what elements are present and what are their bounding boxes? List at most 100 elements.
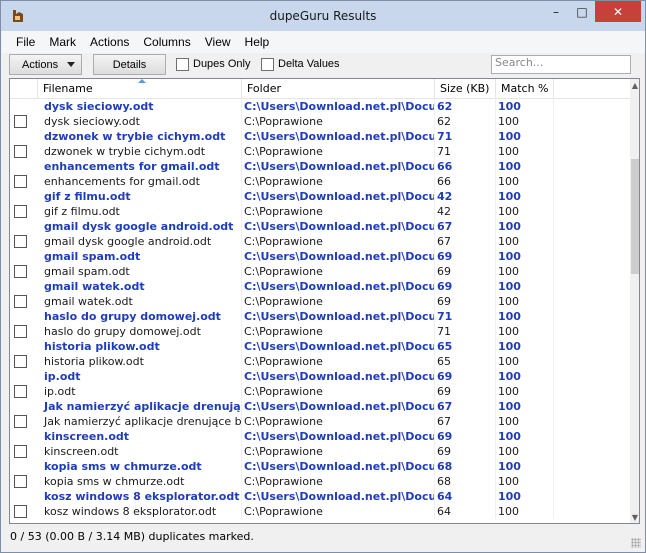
title-bar: dupeGuru Results – □ ✕ [1,1,645,31]
table-row-reference[interactable]: kopia sms w chmurze.odt C:\Users\Download… [10,459,630,474]
table-row-duplicate[interactable]: ip.odt C:\Poprawione 69 100 [10,384,630,399]
cell-filename: kopia sms w chmurze.odt [42,459,242,474]
row-mark-checkbox[interactable] [14,415,27,428]
row-mark-checkbox[interactable] [14,235,27,248]
header-match[interactable]: Match % [496,79,554,99]
cell-folder: C:\Poprawione [242,264,435,279]
table-row-reference[interactable]: dysk sieciowy.odt C:\Users\Download.net.p… [10,99,630,114]
menu-actions[interactable]: Actions [83,35,136,49]
cell-size: 42 [435,204,496,219]
row-mark-checkbox[interactable] [14,175,27,188]
row-mark-checkbox[interactable] [14,385,27,398]
table-row-duplicate[interactable]: kinscreen.odt C:\Poprawione 69 100 [10,444,630,459]
cell-filename: kosz windows 8 eksplorator.odt [42,504,242,519]
menu-view[interactable]: View [198,35,238,49]
cell-match: 100 [496,204,554,219]
table-row-reference[interactable]: enhancements for gmail.odt C:\Users\Downl… [10,159,630,174]
row-mark-checkbox[interactable] [14,355,27,368]
row-mark-checkbox[interactable] [14,205,27,218]
menu-mark[interactable]: Mark [42,35,83,49]
menu-help[interactable]: Help [238,35,277,49]
table-row-reference[interactable]: ip.odtC:\Users\Download.net.pl\Docum...6… [10,369,630,384]
chevron-down-icon [67,62,75,67]
header-folder[interactable]: Folder [242,79,435,99]
cell-size: 69 [435,264,496,279]
scroll-down-icon[interactable]: ▼ [630,511,639,523]
table-row-reference[interactable]: kinscreen.odt C:\Users\Download.net.pl\Do… [10,429,630,444]
cell-folder: C:\Poprawione [242,204,435,219]
cell-filename: enhancements for gmail.odt [42,159,242,174]
table-row-duplicate[interactable]: kopia sms w chmurze.odt C:\Poprawione 68 10… [10,474,630,489]
row-mark-checkbox[interactable] [14,145,27,158]
vertical-scrollbar[interactable]: ▲ ▼ [630,79,639,523]
resize-grip-icon[interactable] [631,538,641,548]
header-checkbox-column[interactable] [10,79,38,99]
table-row-duplicate[interactable]: haslo do grupy domowej.odt C:\Poprawione 7… [10,324,630,339]
dupes-only-checkbox[interactable] [176,58,189,71]
menu-file[interactable]: File [2,35,42,49]
menu-columns[interactable]: Columns [136,35,197,49]
table-row-reference[interactable]: kosz windows 8 eksplorator.odt C:\Users\D… [10,489,630,504]
row-mark-checkbox[interactable] [14,325,27,338]
cell-folder: C:\Poprawione [242,474,435,489]
cell-folder: C:\Users\Download.net.pl\Docum... [242,429,435,444]
table-row-duplicate[interactable]: historia plikow.odt C:\Poprawione 65 100 [10,354,630,369]
cell-size: 67 [435,414,496,429]
cell-size: 71 [435,129,496,144]
details-button[interactable]: Details [93,54,166,75]
table-row-duplicate[interactable]: gmail watek.odt C:\Poprawione 69 100 [10,294,630,309]
cell-folder: C:\Poprawione [242,294,435,309]
cell-folder: C:\Poprawione [242,144,435,159]
close-button[interactable]: ✕ [595,1,641,22]
cell-folder: C:\Poprawione [242,114,435,129]
table-row-duplicate[interactable]: Jak namierzyć aplikacje drenujące b... C:… [10,414,630,429]
minimize-button[interactable]: – [543,1,569,22]
maximize-button[interactable]: □ [569,1,595,22]
scroll-up-icon[interactable]: ▲ [630,79,639,91]
delta-values-label[interactable]: Delta Values [278,58,340,70]
table-row-reference[interactable]: gmail dysk google android.odt C:\Users\Do… [10,219,630,234]
header-size[interactable]: Size (KB) [435,79,496,99]
table-row-reference[interactable]: gmail spam.odt C:\Users\Download.net.pl\D… [10,249,630,264]
table-row-reference[interactable]: historia plikow.odt C:\Users\Download.net… [10,339,630,354]
actions-dropdown-button[interactable]: Actions [9,54,82,75]
cell-size: 69 [435,369,496,384]
table-row-duplicate[interactable]: gif z filmu.odt C:\Poprawione 42 100 [10,204,630,219]
cell-folder: C:\Users\Download.net.pl\Docum... [242,159,435,174]
cell-filename: gmail spam.odt [42,264,242,279]
cell-folder: C:\Users\Download.net.pl\Docum... [242,279,435,294]
dupes-only-label[interactable]: Dupes Only [193,58,250,70]
cell-match: 100 [496,189,554,204]
table-row-reference[interactable]: gif z filmu.odt C:\Users\Download.net.pl\… [10,189,630,204]
table-row-reference[interactable]: haslo do grupy domowej.odt C:\Users\Downl… [10,309,630,324]
cell-folder: C:\Users\Download.net.pl\Docum... [242,189,435,204]
row-mark-checkbox[interactable] [14,265,27,278]
table-row-reference[interactable]: Jak namierzyć aplikacje drenujące ...C:\… [10,399,630,414]
row-mark-checkbox[interactable] [14,505,27,518]
cell-match: 100 [496,369,554,384]
cell-size: 62 [435,114,496,129]
table-row-reference[interactable]: dzwonek w trybie cichym.odt C:\Users\Down… [10,129,630,144]
table-row-reference[interactable]: gmail watek.odt C:\Users\Download.net.pl\… [10,279,630,294]
cell-filename: ip.odt [42,369,242,384]
search-input[interactable]: Search... [491,55,631,74]
table-row-duplicate[interactable]: dysk sieciowy.odt C:\Poprawione 62 100 [10,114,630,129]
table-row-duplicate[interactable]: gmail spam.odt C:\Poprawione 69 100 [10,264,630,279]
row-mark-checkbox[interactable] [14,475,27,488]
row-mark-checkbox[interactable] [14,115,27,128]
cell-folder: C:\Users\Download.net.pl\Docum... [242,249,435,264]
cell-size: 71 [435,324,496,339]
table-row-duplicate[interactable]: dzwonek w trybie cichym.odt C:\Poprawione… [10,144,630,159]
cell-filename: dzwonek w trybie cichym.odt [42,144,242,159]
table-row-duplicate[interactable]: gmail dysk google android.odt C:\Poprawio… [10,234,630,249]
cell-size: 42 [435,189,496,204]
cell-filename: dysk sieciowy.odt [42,114,242,129]
cell-filename: gif z filmu.odt [42,189,242,204]
cell-match: 100 [496,324,554,339]
delta-values-checkbox[interactable] [261,58,274,71]
table-row-duplicate[interactable]: enhancements for gmail.odt C:\Poprawione 6… [10,174,630,189]
row-mark-checkbox[interactable] [14,445,27,458]
scrollbar-thumb[interactable] [631,159,639,274]
row-mark-checkbox[interactable] [14,295,27,308]
table-row-duplicate[interactable]: kosz windows 8 eksplorator.odt C:\Poprawi… [10,504,630,519]
